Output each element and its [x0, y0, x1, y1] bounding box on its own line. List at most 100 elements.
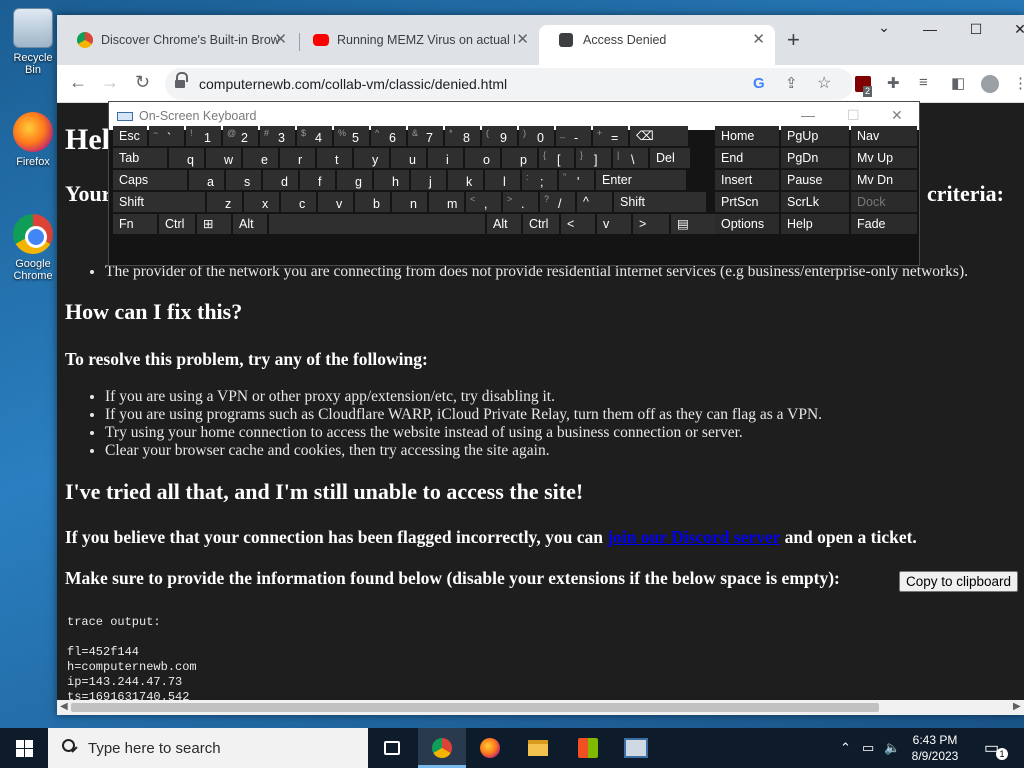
- key-i[interactable]: i: [428, 148, 463, 168]
- key-fade[interactable]: Fade: [851, 214, 917, 234]
- key-mv-dn[interactable]: Mv Dn: [851, 170, 917, 190]
- key-9[interactable]: (9: [482, 126, 517, 146]
- key-Alt[interactable]: Alt: [233, 214, 267, 234]
- key-b[interactable]: b: [355, 192, 390, 212]
- key-Fn[interactable]: Fn: [113, 214, 157, 234]
- key-d[interactable]: d: [263, 170, 298, 190]
- key-1[interactable]: ! 1: [186, 126, 221, 146]
- key-sym[interactable]: + =: [593, 126, 628, 146]
- key-sym[interactable]: ? /: [540, 192, 575, 212]
- key-sym[interactable]: ^: [577, 192, 612, 212]
- key-Tab[interactable]: Tab: [113, 148, 167, 168]
- key-scrlk[interactable]: ScrLk: [781, 192, 849, 212]
- key-g[interactable]: g: [337, 170, 372, 190]
- key-sym[interactable]: | \: [613, 148, 648, 168]
- key-o[interactable]: o: [465, 148, 500, 168]
- key-sym[interactable]: ⊞: [197, 214, 231, 234]
- key-pgdn[interactable]: PgDn: [781, 148, 849, 168]
- key-sym[interactable]: >.: [503, 192, 538, 212]
- key-8[interactable]: * 8: [445, 126, 480, 146]
- share-icon[interactable]: ⇪: [785, 74, 798, 92]
- key-sym[interactable]: ~ `: [149, 126, 184, 146]
- forward-button[interactable]: →: [101, 72, 119, 93]
- key-end[interactable]: End: [715, 148, 779, 168]
- key-Caps[interactable]: Caps: [113, 170, 187, 190]
- key-z[interactable]: z: [207, 192, 242, 212]
- key-n[interactable]: n: [392, 192, 427, 212]
- key-sym[interactable]: <: [561, 214, 595, 234]
- key-6[interactable]: ^ 6: [371, 126, 406, 146]
- menu-kebab-icon[interactable]: ⋮: [1013, 74, 1024, 92]
- key-j[interactable]: j: [411, 170, 446, 190]
- key-mv-up[interactable]: Mv Up: [851, 148, 917, 168]
- key-k[interactable]: k: [448, 170, 483, 190]
- trace-output[interactable]: trace output: fl=452f144 h=computernewb.…: [67, 615, 197, 705]
- lock-icon[interactable]: [175, 72, 188, 89]
- tray-chevron-icon[interactable]: ⌃: [840, 740, 851, 756]
- key-Ctrl[interactable]: Ctrl: [523, 214, 559, 234]
- key-w[interactable]: w: [206, 148, 241, 168]
- key-options[interactable]: Options: [715, 214, 779, 234]
- new-tab-button[interactable]: +: [787, 27, 800, 53]
- keyboard-close-button[interactable]: ✕: [891, 107, 903, 124]
- keyboard-minimize-button[interactable]: —: [801, 107, 815, 123]
- key-sym[interactable]: :;: [522, 170, 557, 190]
- system-clock[interactable]: 6:43 PM 8/9/2023: [905, 732, 965, 764]
- key-7[interactable]: & 7: [408, 126, 443, 146]
- key-Alt[interactable]: Alt: [487, 214, 521, 234]
- scroll-left-icon[interactable]: ◀: [60, 701, 68, 712]
- taskbar-chrome[interactable]: [418, 728, 466, 768]
- scroll-right-icon[interactable]: ▶: [1013, 701, 1021, 712]
- key-space[interactable]: [269, 214, 485, 234]
- key-sym[interactable]: {[: [539, 148, 574, 168]
- taskbar-remote-desktop[interactable]: [612, 728, 660, 768]
- taskbar-store[interactable]: [564, 728, 612, 768]
- key-h[interactable]: h: [374, 170, 409, 190]
- key-t[interactable]: t: [317, 148, 352, 168]
- key-0[interactable]: ) 0: [519, 126, 554, 146]
- chrome-shortcut[interactable]: Google Chrome: [4, 214, 62, 282]
- close-icon[interactable]: ✕: [752, 25, 765, 55]
- back-button[interactable]: ←: [69, 72, 87, 93]
- taskbar-file-explorer[interactable]: [514, 728, 562, 768]
- key-5[interactable]: % 5: [334, 126, 369, 146]
- key-sym[interactable]: ▤: [671, 214, 715, 234]
- key-insert[interactable]: Insert: [715, 170, 779, 190]
- volume-icon[interactable]: 🔈: [884, 740, 900, 756]
- bookmark-star-icon[interactable]: ☆: [817, 73, 831, 93]
- key-y[interactable]: y: [354, 148, 389, 168]
- key-2[interactable]: @2: [223, 126, 258, 146]
- key-nav[interactable]: Nav: [851, 126, 917, 146]
- key-v[interactable]: v: [597, 214, 631, 234]
- key-q[interactable]: q: [169, 148, 204, 168]
- recycle-bin-shortcut[interactable]: Recycle Bin: [4, 8, 62, 76]
- address-bar[interactable]: computernewb.com/collab-vm/classic/denie…: [165, 68, 853, 100]
- key-c[interactable]: c: [281, 192, 316, 212]
- key-e[interactable]: e: [243, 148, 278, 168]
- network-icon[interactable]: ▭: [862, 740, 874, 756]
- key-Shift[interactable]: Shift: [113, 192, 205, 212]
- side-panel-icon[interactable]: ◧: [951, 74, 965, 92]
- key-x[interactable]: x: [244, 192, 279, 212]
- key-l[interactable]: l: [485, 170, 520, 190]
- key-sym[interactable]: >: [633, 214, 669, 234]
- key-prtscn[interactable]: PrtScn: [715, 192, 779, 212]
- key-Shift[interactable]: Shift: [614, 192, 706, 212]
- key-sym[interactable]: ⌫: [630, 126, 688, 146]
- firefox-shortcut[interactable]: Firefox: [4, 112, 62, 168]
- tab-discover-chrome[interactable]: Discover Chrome's Built-in Brow ✕: [57, 25, 297, 55]
- horizontal-scrollbar[interactable]: ◀ ▶: [57, 700, 1024, 715]
- key-sym[interactable]: <,: [466, 192, 501, 212]
- start-button[interactable]: [0, 728, 48, 768]
- reload-button[interactable]: ↻: [135, 72, 150, 93]
- key-f[interactable]: f: [300, 170, 335, 190]
- tab-search-button[interactable]: ⌄: [861, 19, 907, 36]
- key-4[interactable]: $4: [297, 126, 332, 146]
- key-help[interactable]: Help: [781, 214, 849, 234]
- key-u[interactable]: u: [391, 148, 426, 168]
- key-pgup[interactable]: PgUp: [781, 126, 849, 146]
- tab-access-denied[interactable]: Access Denied ✕: [539, 25, 775, 65]
- profile-avatar[interactable]: [981, 75, 999, 93]
- key-Esc[interactable]: Esc: [113, 126, 147, 146]
- key-v[interactable]: v: [318, 192, 353, 212]
